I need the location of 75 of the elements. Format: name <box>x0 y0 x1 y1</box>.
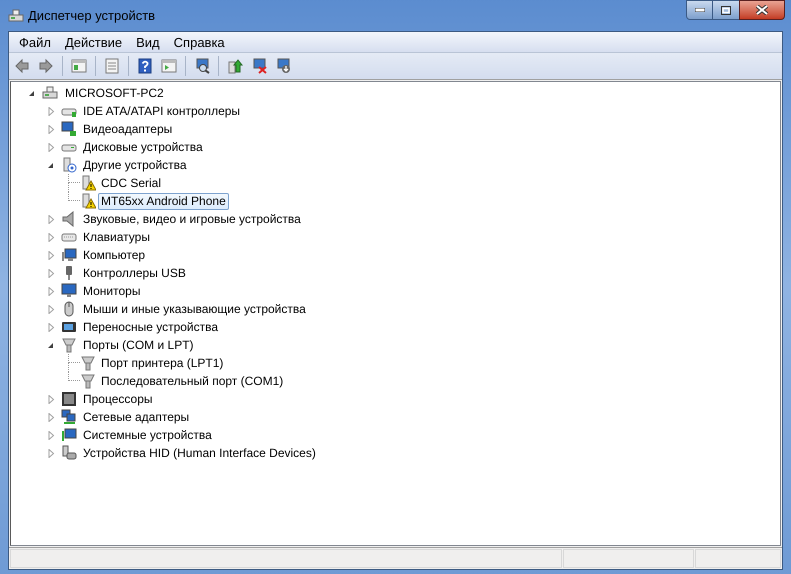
device-warning-icon <box>80 193 96 209</box>
tree-item[interactable]: Компьютер <box>80 246 148 264</box>
properties-sheet-icon <box>104 58 120 74</box>
tree-item[interactable]: MICROSOFT-PC2 <box>62 84 167 102</box>
expand-arrow-icon[interactable] <box>47 322 55 332</box>
tree-item[interactable]: Сетевые адаптеры <box>80 408 192 426</box>
window-icon <box>8 8 24 24</box>
minimize-icon <box>694 8 704 12</box>
network-icon <box>61 409 77 425</box>
expand-arrow-icon[interactable] <box>47 106 55 116</box>
help-icon <box>137 58 153 74</box>
computer-icon <box>41 85 59 101</box>
portable-device-icon <box>61 319 77 335</box>
tree-item[interactable]: CDC Serial <box>98 174 164 192</box>
monitor-icon <box>61 247 77 263</box>
minimize-button[interactable] <box>686 0 713 20</box>
tree-item[interactable]: MT65xx Android Phone <box>98 192 229 210</box>
monitor-icon <box>61 283 77 299</box>
tree-item[interactable]: Видеоадаптеры <box>80 120 176 138</box>
expand-arrow-icon[interactable] <box>47 124 55 134</box>
expand-arrow-icon[interactable] <box>47 304 55 314</box>
collapse-arrow-icon[interactable] <box>47 340 55 350</box>
maximize-button[interactable] <box>713 0 739 20</box>
tree-item[interactable]: Системные устройства <box>80 426 215 444</box>
tree-item[interactable]: Звуковые, видео и игровые устройства <box>80 210 304 228</box>
menu-item[interactable]: Вид <box>129 32 167 52</box>
expand-arrow-icon[interactable] <box>47 394 55 404</box>
window-title: Диспетчер устройств <box>28 6 156 25</box>
device-warning-icon <box>80 175 96 191</box>
menu-item[interactable]: Справка <box>166 32 232 52</box>
collapse-arrow-icon[interactable] <box>47 160 55 170</box>
tree-item[interactable]: Контроллеры USB <box>80 264 189 282</box>
monitor-icon <box>61 427 77 443</box>
menu-item[interactable]: Файл <box>12 32 58 52</box>
expand-arrow-icon[interactable] <box>47 430 55 440</box>
tree-item[interactable]: Переносные устройства <box>80 318 222 336</box>
device-question-icon <box>61 157 77 173</box>
expand-arrow-icon[interactable] <box>47 232 55 242</box>
chip-icon <box>61 391 77 407</box>
tree-item[interactable]: Клавиатуры <box>80 228 153 246</box>
tree-item[interactable]: Процессоры <box>80 390 156 408</box>
back-arrow-icon <box>14 58 30 74</box>
tree-item[interactable]: IDE ATA/ATAPI контроллеры <box>80 102 244 120</box>
tree-item[interactable]: Устройства HID (Human Interface Devices) <box>80 444 319 462</box>
tree-item[interactable]: Мыши и иные указывающие устройства <box>80 300 309 318</box>
expand-arrow-icon[interactable] <box>47 412 55 422</box>
monitor-cross-icon <box>251 58 267 74</box>
menu-item[interactable]: Действие <box>58 32 130 52</box>
close-icon <box>756 5 768 15</box>
tree-item[interactable]: Последовательный порт (COM1) <box>98 372 286 390</box>
monitor-magnifier-icon <box>194 58 210 74</box>
device-up-arrow-icon <box>227 58 243 74</box>
game-controller-icon <box>61 445 77 461</box>
tree-item[interactable]: Дисковые устройства <box>80 138 206 156</box>
window-play-icon <box>161 58 177 74</box>
tree-item[interactable]: Порты (COM и LPT) <box>80 336 197 354</box>
port-icon <box>80 373 96 389</box>
close-button[interactable] <box>739 0 785 20</box>
expand-arrow-icon[interactable] <box>47 142 55 152</box>
tree-item[interactable]: Мониторы <box>80 282 144 300</box>
tree-item[interactable]: Порт принтера (LPT1) <box>98 354 226 372</box>
maximize-icon <box>721 6 731 14</box>
expand-arrow-icon[interactable] <box>47 286 55 296</box>
forward-arrow-icon <box>38 58 54 74</box>
monitor-down-arrow-icon <box>275 58 291 74</box>
expand-arrow-icon[interactable] <box>47 448 55 458</box>
port-icon <box>61 337 77 353</box>
expand-arrow-icon[interactable] <box>47 268 55 278</box>
expand-arrow-icon[interactable] <box>47 250 55 260</box>
tree-item[interactable]: Другие устройства <box>80 156 190 174</box>
collapse-arrow-icon[interactable] <box>28 88 36 98</box>
window-pane-icon <box>71 58 87 74</box>
port-icon <box>80 355 96 371</box>
expand-arrow-icon[interactable] <box>47 214 55 224</box>
monitor-icon <box>61 121 77 137</box>
